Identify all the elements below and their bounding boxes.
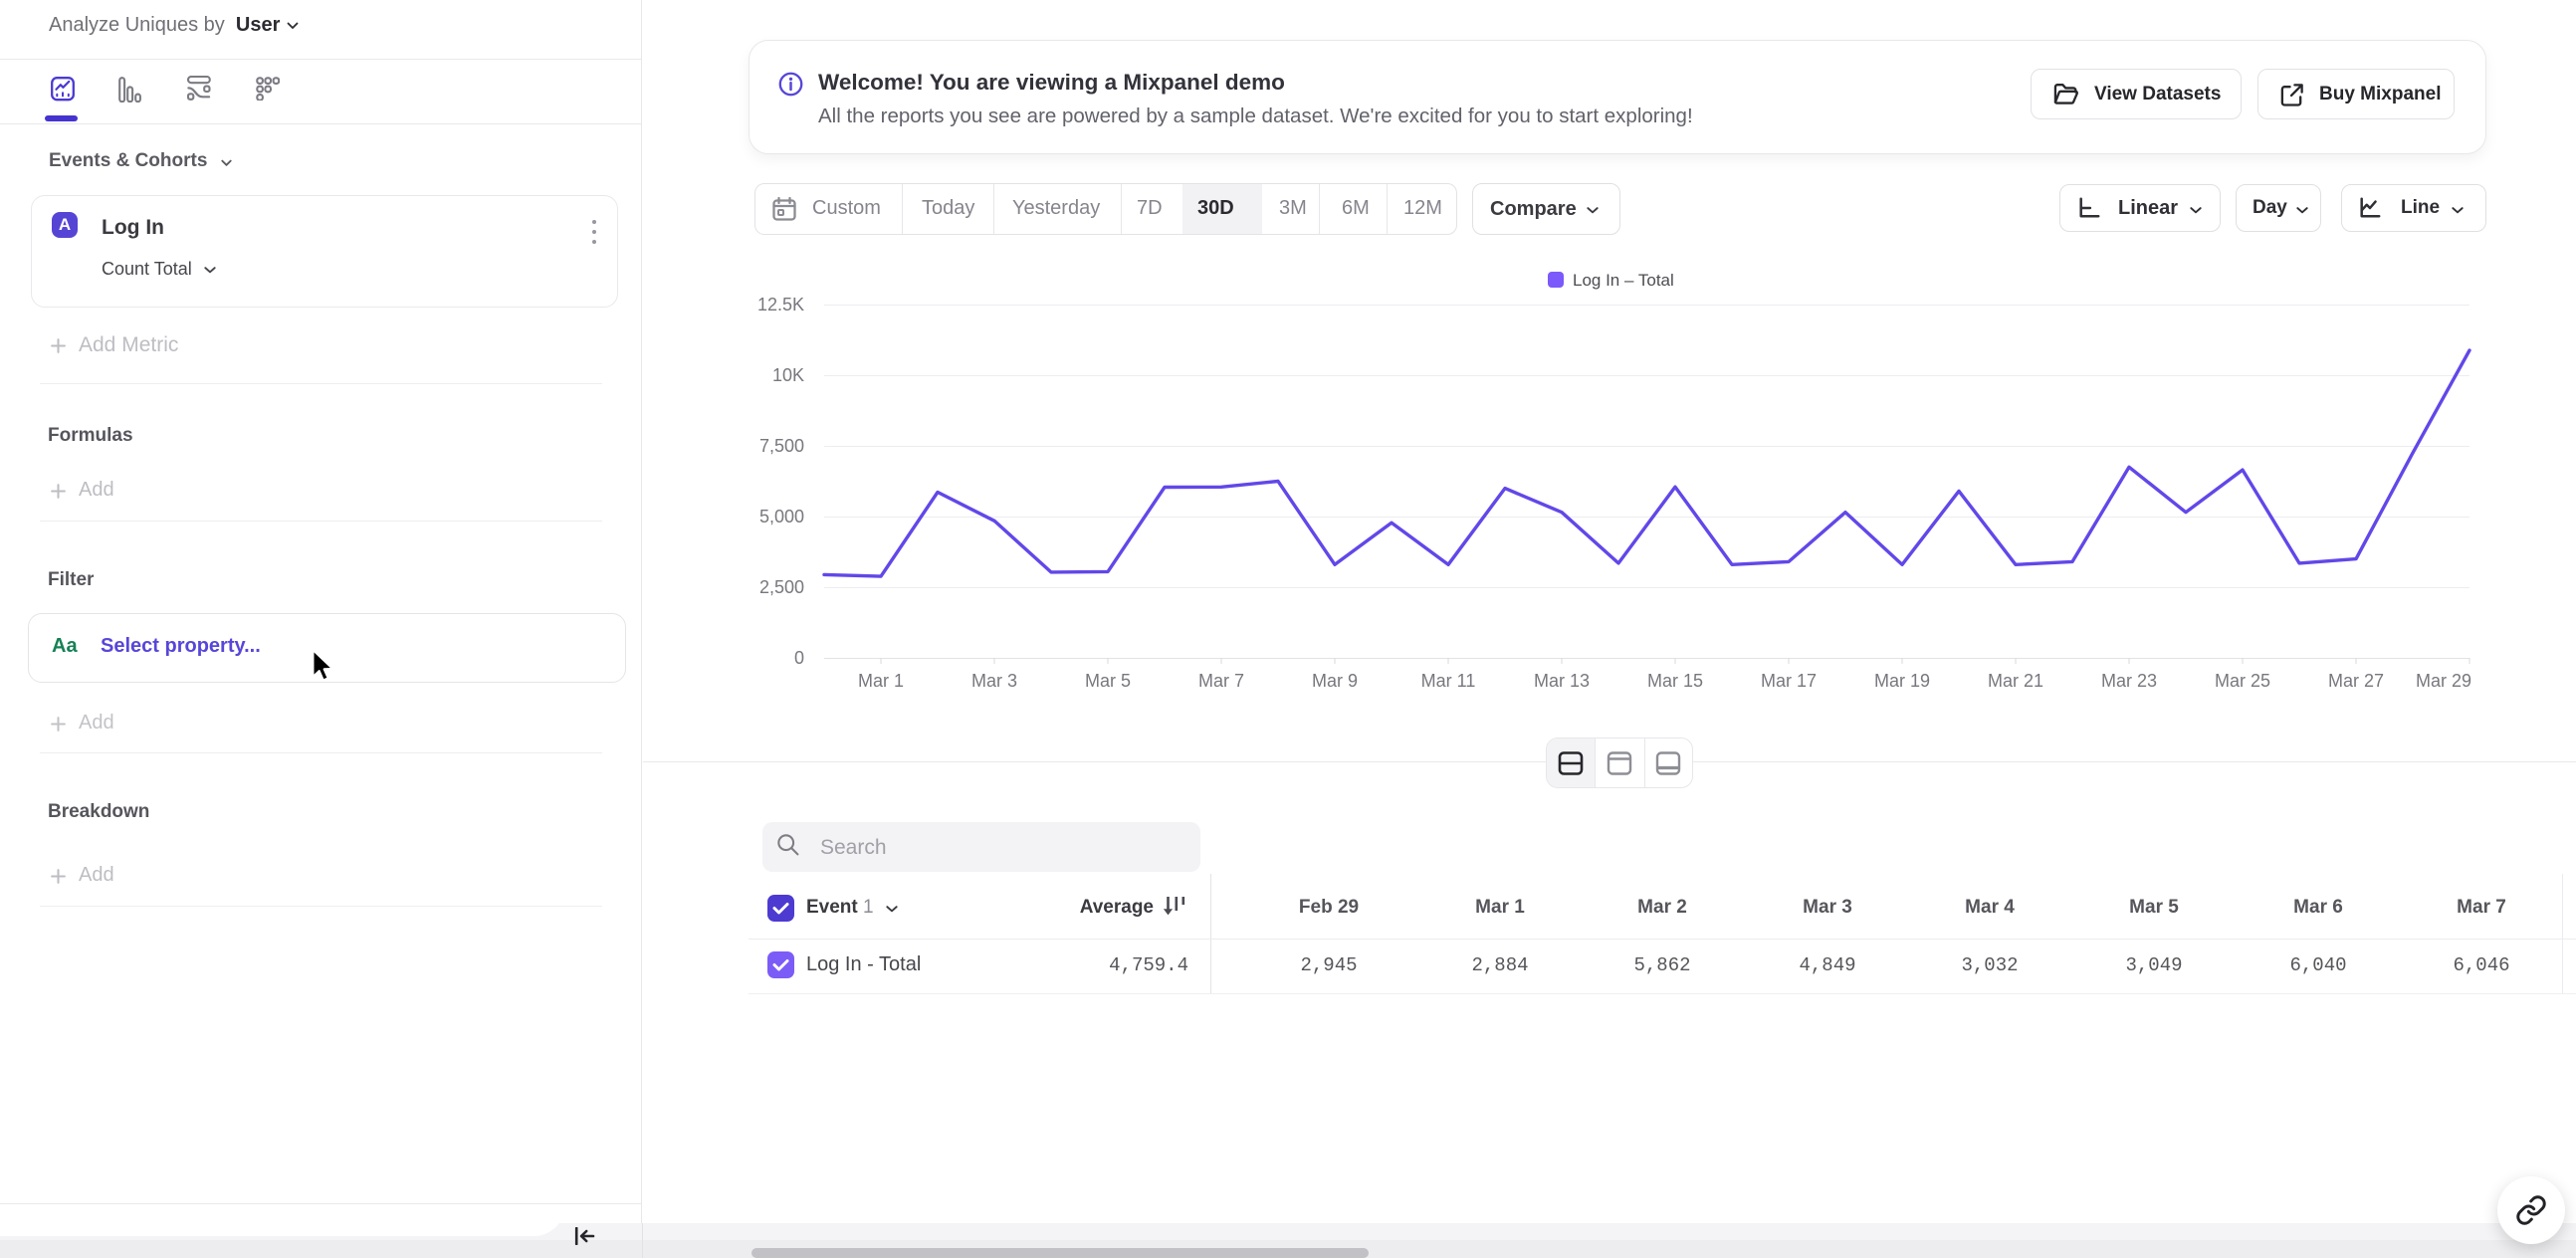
svg-text:Mar 5: Mar 5 bbox=[1085, 671, 1131, 691]
svg-text:7,500: 7,500 bbox=[759, 436, 804, 456]
svg-text:Mar 9: Mar 9 bbox=[1312, 671, 1358, 691]
svg-text:Mar 15: Mar 15 bbox=[1647, 671, 1703, 691]
svg-text:Mar 1: Mar 1 bbox=[858, 671, 904, 691]
svg-text:Mar 19: Mar 19 bbox=[1874, 671, 1930, 691]
svg-text:Mar 29: Mar 29 bbox=[2416, 671, 2471, 691]
svg-text:Mar 25: Mar 25 bbox=[2215, 671, 2270, 691]
svg-text:Mar 17: Mar 17 bbox=[1761, 671, 1817, 691]
svg-text:2,500: 2,500 bbox=[759, 577, 804, 597]
svg-text:0: 0 bbox=[794, 648, 804, 668]
svg-text:Mar 13: Mar 13 bbox=[1534, 671, 1590, 691]
svg-text:Mar 21: Mar 21 bbox=[1988, 671, 2043, 691]
svg-text:10K: 10K bbox=[772, 365, 804, 385]
svg-text:Mar 23: Mar 23 bbox=[2101, 671, 2157, 691]
svg-text:Mar 3: Mar 3 bbox=[971, 671, 1017, 691]
svg-text:5,000: 5,000 bbox=[759, 507, 804, 526]
svg-text:Mar 11: Mar 11 bbox=[1421, 671, 1476, 691]
svg-text:Mar 27: Mar 27 bbox=[2328, 671, 2384, 691]
svg-text:Mar 7: Mar 7 bbox=[1198, 671, 1244, 691]
svg-text:12.5K: 12.5K bbox=[757, 295, 804, 314]
